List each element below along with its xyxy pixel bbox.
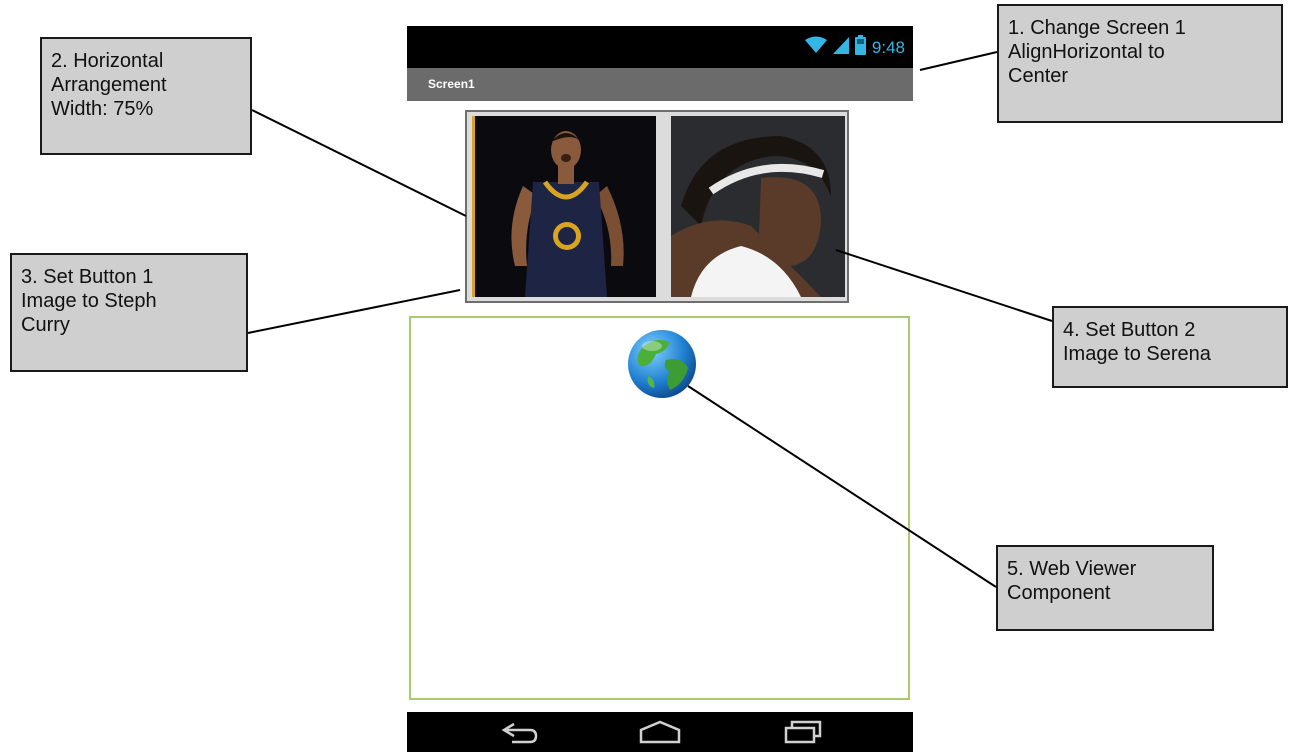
home-icon[interactable]: [638, 720, 682, 749]
navigation-bar: [407, 712, 913, 752]
status-bar: 9:48: [407, 26, 913, 68]
leader-line-1: [919, 51, 998, 71]
wifi-icon: [804, 36, 827, 59]
horizontal-arrangement: [465, 110, 849, 303]
signal-icon: [832, 36, 849, 59]
annotation-2: 2. Horizontal Arrangement Width: 75%: [40, 37, 252, 155]
button-2-serena[interactable]: [671, 116, 845, 297]
status-icons: 9:48: [804, 35, 905, 60]
annotation-5: 5. Web Viewer Component: [996, 545, 1214, 631]
annotation-4: 4. Set Button 2 Image to Serena: [1052, 306, 1288, 388]
screen-title: Screen1: [428, 77, 475, 91]
button-1-steph-curry[interactable]: [472, 116, 656, 297]
status-time: 9:48: [871, 37, 905, 57]
battery-icon: [854, 35, 866, 60]
phone-screen: 9:48 Screen1: [407, 26, 913, 752]
annotation-3: 3. Set Button 1 Image to Steph Curry: [10, 253, 248, 372]
annotation-1: 1. Change Screen 1 AlignHorizontal to Ce…: [997, 4, 1283, 123]
globe-icon: [626, 328, 698, 405]
screen-title-bar: Screen1: [407, 68, 913, 101]
recents-icon[interactable]: [783, 720, 823, 749]
back-icon[interactable]: [500, 720, 540, 749]
web-viewer[interactable]: [409, 316, 910, 700]
